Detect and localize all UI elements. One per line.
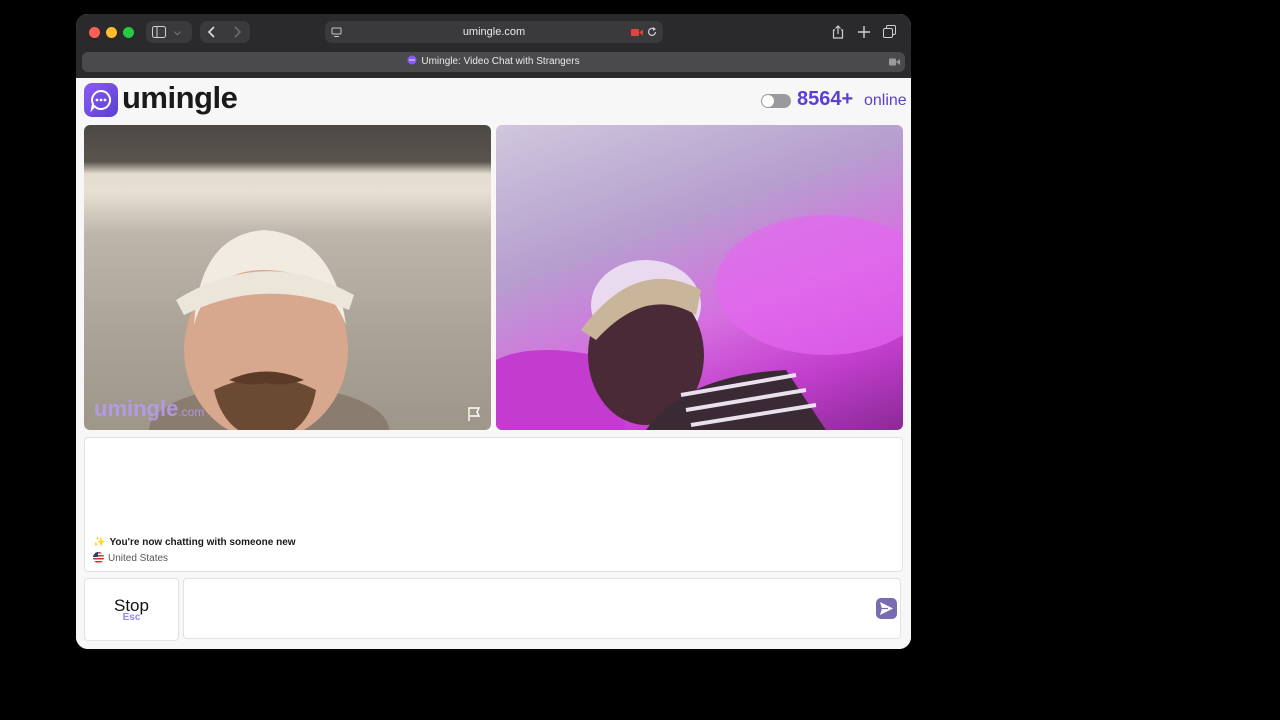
report-flag-icon[interactable] <box>467 406 483 422</box>
page-content: umingle 8564+ online umingle.com ✨ You'r… <box>76 78 911 649</box>
country-name: United States <box>108 553 169 564</box>
sidebar-icon[interactable] <box>152 26 166 38</box>
url-text: umingle.com <box>462 26 526 38</box>
message-input[interactable] <box>183 578 901 639</box>
self-video: umingle.com <box>84 125 491 430</box>
sidebar-toggle-group[interactable]: ⌵ <box>146 21 192 43</box>
watermark-suffix: .com <box>178 405 205 419</box>
forward-arrow-icon[interactable] <box>232 26 242 38</box>
minimize-window-button[interactable] <box>106 27 117 38</box>
umingle-logo-icon[interactable] <box>84 83 118 117</box>
tab-title-row: Umingle: Video Chat with Strangers <box>82 52 905 72</box>
chevron-down-icon[interactable]: ⌵ <box>174 21 181 43</box>
nav-group <box>200 21 250 43</box>
us-flag-icon <box>93 552 104 563</box>
online-label: online <box>864 92 907 109</box>
active-tab[interactable]: Umingle: Video Chat with Strangers <box>82 52 905 72</box>
system-message: ✨ You're now chatting with someone new <box>93 537 296 548</box>
logo-wordmark[interactable]: umingle <box>122 80 238 116</box>
tab-overview-icon[interactable] <box>883 25 896 38</box>
zoom-window-button[interactable] <box>123 27 134 38</box>
chat-log: ✨ You're now chatting with someone new Un… <box>84 437 903 572</box>
tab-camera-icon <box>889 58 900 66</box>
stranger-video <box>496 125 903 430</box>
browser-toolbar: ⌵ umingle.com Umingle: Video Chat with S… <box>76 14 911 78</box>
reload-icon[interactable] <box>647 27 657 37</box>
online-count: 8564+ <box>797 88 854 110</box>
video-watermark: umingle.com <box>94 396 204 422</box>
umingle-favicon-icon <box>407 55 417 65</box>
camera-in-use-icon[interactable] <box>631 28 643 37</box>
self-video-person-illustration <box>149 230 389 430</box>
sparkle-icon: ✨ <box>93 537 106 548</box>
new-tab-icon[interactable] <box>858 26 870 38</box>
watermark-text: umingle <box>94 396 179 421</box>
browser-window: ⌵ umingle.com Umingle: Video Chat with S… <box>76 14 911 649</box>
send-button[interactable] <box>876 598 897 619</box>
stranger-video-person-illustration <box>496 215 903 430</box>
back-arrow-icon[interactable] <box>207 26 217 38</box>
stop-shortcut-hint: Esc <box>122 612 141 623</box>
close-window-button[interactable] <box>89 27 100 38</box>
send-icon <box>880 602 893 615</box>
stranger-country: United States <box>93 552 168 564</box>
address-bar[interactable]: umingle.com <box>325 21 663 43</box>
system-message-text: You're now chatting with someone new <box>109 537 296 548</box>
dark-mode-toggle[interactable] <box>761 94 791 108</box>
share-icon[interactable] <box>832 25 844 39</box>
tab-title: Umingle: Video Chat with Strangers <box>421 56 580 67</box>
toggle-knob <box>762 95 774 107</box>
stop-button[interactable]: Stop Esc <box>84 578 179 641</box>
